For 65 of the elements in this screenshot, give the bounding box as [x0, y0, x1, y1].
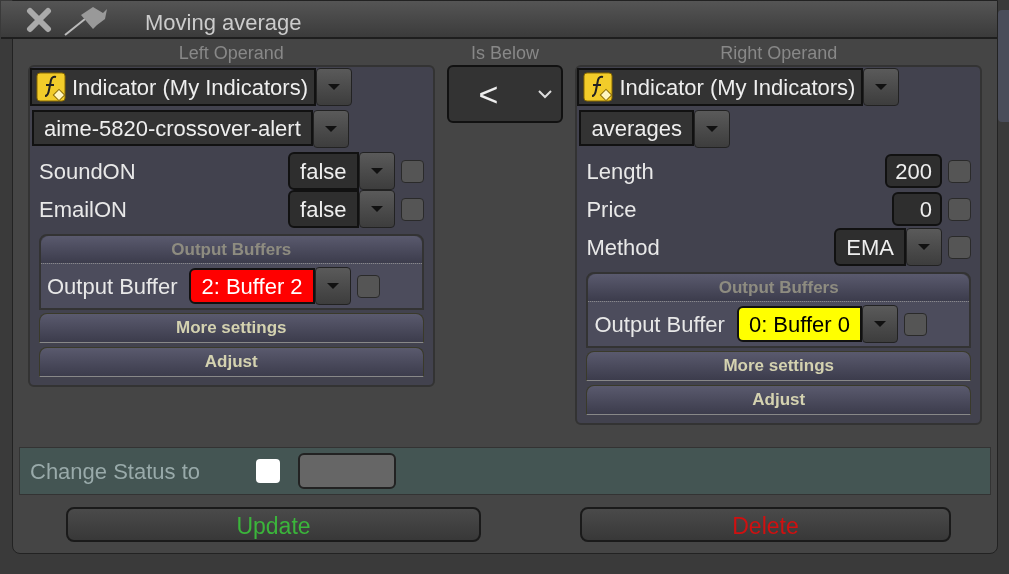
parameter-dropdown[interactable]: EMA [834, 228, 906, 266]
dropdown-arrow-button[interactable] [906, 228, 942, 266]
dropdown-arrow-button[interactable] [862, 305, 898, 343]
section-button[interactable]: More settings [39, 313, 424, 343]
chevron-down-icon [537, 89, 554, 99]
parameter-label: Method [586, 233, 661, 262]
section-button[interactable]: More settings [586, 351, 971, 381]
caret-down-icon [325, 282, 340, 290]
source-dropdown[interactable]: Indicator (My Indicators) [30, 68, 316, 106]
dropdown-arrow-button[interactable] [314, 267, 351, 305]
number-field[interactable]: 0 [892, 192, 942, 226]
section-heading: Left Operand [178, 42, 284, 65]
dropdown-arrow-button[interactable] [312, 110, 349, 148]
source-dropdown[interactable]: Indicator (My Indicators) [577, 68, 864, 106]
close-icon[interactable] [25, 7, 53, 33]
parameter-label: Length [586, 157, 655, 186]
indicator-dropdown[interactable]: averages [579, 110, 694, 146]
parameter-dropdown[interactable]: false [288, 152, 359, 190]
parameter-label: Price [586, 195, 638, 224]
section-header: Output Buffers [588, 274, 969, 302]
function-icon [583, 72, 614, 102]
output-buffer-label: Output Buffer [47, 272, 178, 301]
dropdown-arrow-button[interactable] [315, 68, 352, 106]
caret-down-icon [323, 125, 338, 133]
caret-down-icon [917, 243, 931, 251]
checkbox[interactable] [948, 235, 971, 259]
window-title: Moving average [145, 9, 302, 37]
dropdown-arrow-button[interactable] [863, 68, 900, 106]
source-label: Indicator (My Indicators) [72, 73, 308, 102]
checkbox[interactable] [948, 197, 971, 221]
section-button[interactable]: Adjust [586, 385, 971, 415]
checkbox[interactable] [356, 274, 380, 298]
caret-down-icon [704, 125, 719, 133]
checkbox[interactable] [256, 459, 280, 483]
section-button[interactable]: Adjust [39, 347, 424, 377]
number-field[interactable]: 200 [885, 154, 942, 188]
checkbox[interactable] [400, 159, 424, 183]
checkbox[interactable] [400, 197, 424, 221]
function-icon [36, 72, 66, 102]
parameter-label: EmailON [39, 195, 128, 224]
status-color-field[interactable] [298, 453, 396, 489]
caret-down-icon [369, 167, 384, 175]
dropdown-arrow-button[interactable] [693, 110, 730, 148]
dropdown-arrow-button[interactable] [358, 190, 395, 228]
parameter-label: SoundON [39, 157, 137, 186]
caret-down-icon [874, 83, 889, 91]
dropdown-arrow-button[interactable] [358, 152, 395, 190]
parameter-dropdown[interactable]: false [288, 190, 359, 228]
checkbox[interactable] [904, 312, 927, 336]
buffer-dropdown[interactable]: 2: Buffer 2 [189, 268, 315, 304]
caret-down-icon [873, 320, 887, 328]
update-button[interactable]: Update [66, 506, 481, 542]
section-heading: Is Below [471, 42, 539, 65]
indicator-dropdown[interactable]: aime-5820-crossover-alert [32, 110, 313, 146]
output-buffer-label: Output Buffer [594, 310, 725, 339]
buffer-dropdown[interactable]: 0: Buffer 0 [736, 306, 862, 342]
checkbox[interactable] [948, 159, 971, 183]
caret-down-icon [326, 83, 341, 91]
comparator-value: < [478, 73, 500, 115]
status-label: Change Status to [30, 457, 201, 486]
caret-down-icon [369, 205, 384, 213]
comparator-dropdown[interactable]: < [446, 65, 564, 123]
section-heading: Right Operand [720, 42, 838, 65]
source-label: Indicator (My Indicators) [619, 73, 856, 102]
section-header: Output Buffers [41, 236, 422, 264]
